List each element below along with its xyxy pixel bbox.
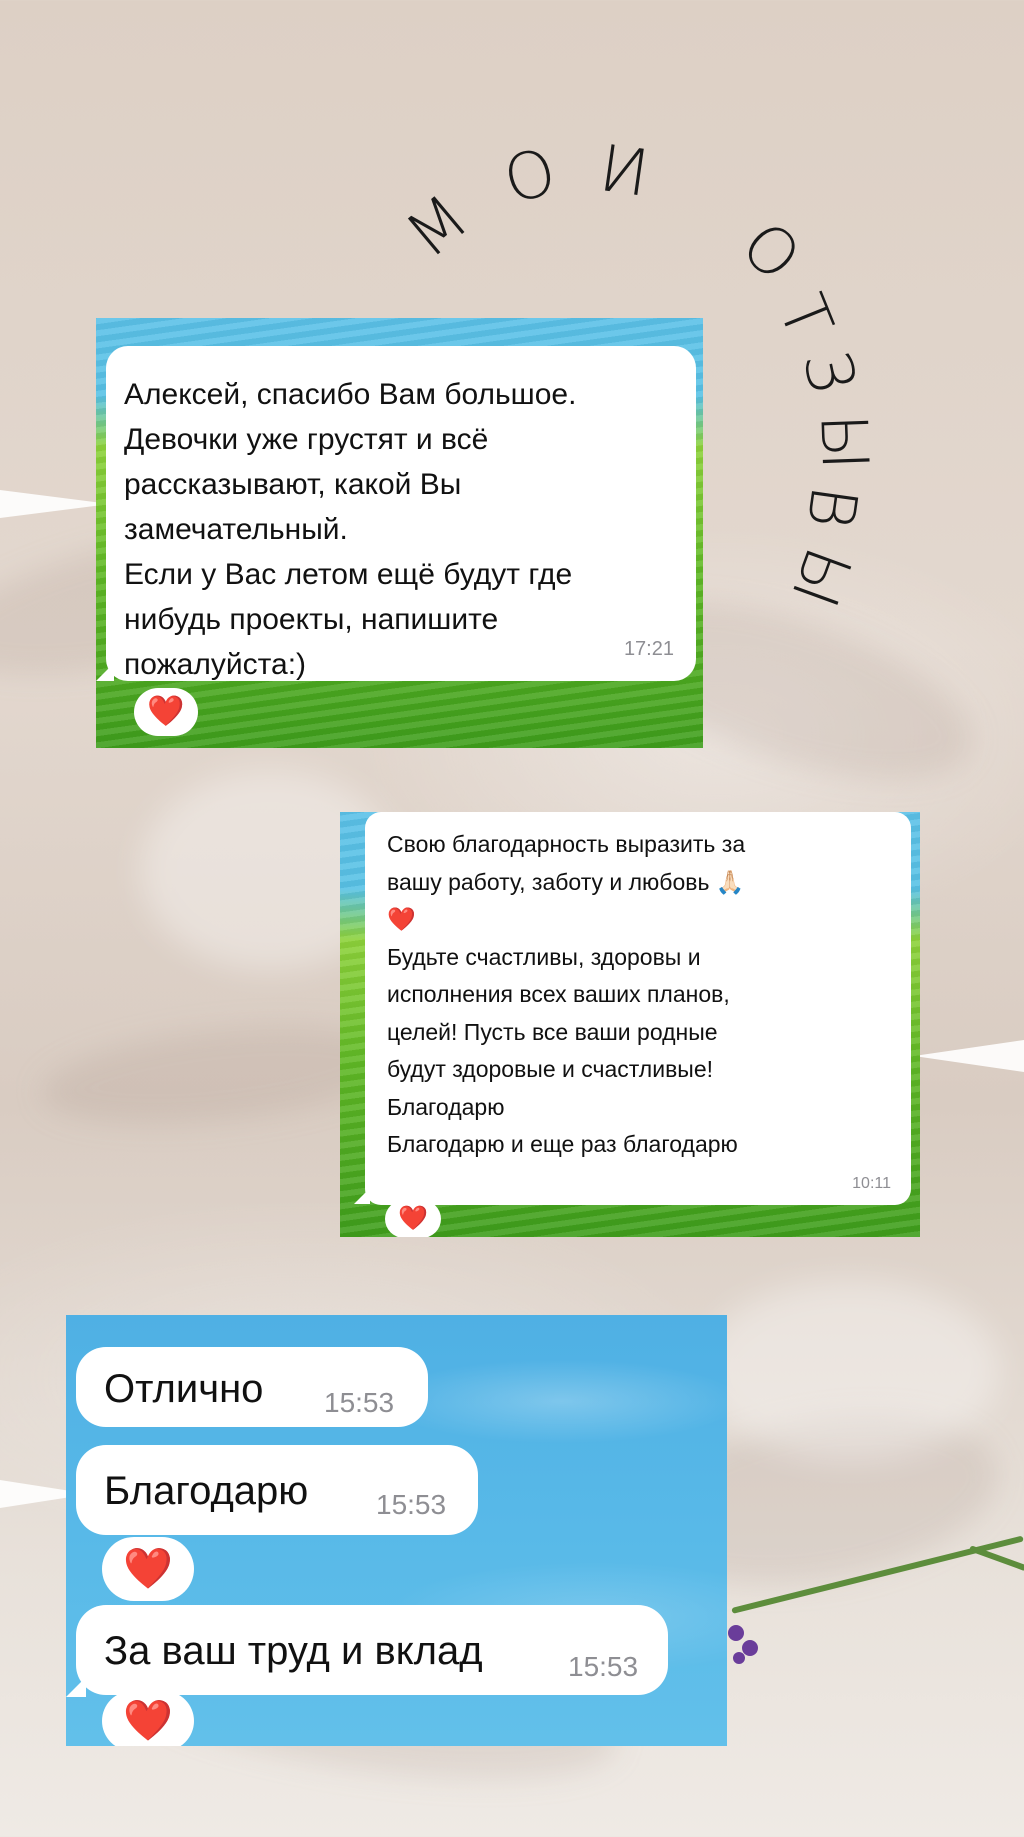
flower-bud — [728, 1625, 744, 1641]
glint-shape — [914, 1040, 1024, 1072]
title-letter: Ы — [775, 537, 865, 617]
message-text: Алексей, спасибо Вам большое. Девочки уж… — [124, 378, 577, 681]
reaction-badge[interactable]: ❤️ — [102, 1537, 194, 1601]
fabric-highlight — [700, 1280, 1000, 1460]
message-bubble: Алексей, спасибо Вам большое. Девочки уж… — [106, 346, 696, 681]
message-bubble: Свою благодарность выразить за вашу рабо… — [365, 812, 911, 1205]
title-letter: В — [791, 481, 871, 533]
title-letter: Ы — [805, 412, 882, 472]
message-text: За ваш труд и вклад — [104, 1629, 483, 1673]
heart-icon: ❤️ — [123, 1699, 173, 1743]
message-time: 15:53 — [376, 1489, 447, 1520]
flower-stem — [968, 1545, 1024, 1572]
title-letter: З — [787, 344, 869, 400]
bubble-tail — [354, 1188, 370, 1204]
message-time: 15:53 — [324, 1387, 395, 1418]
reaction-badge[interactable]: ❤️ — [385, 1200, 441, 1237]
message-text: Благодарю — [104, 1469, 309, 1513]
message-text: Отлично — [104, 1367, 264, 1411]
title-letter: И — [595, 131, 654, 213]
title-letter: М — [392, 180, 483, 274]
heart-icon: ❤️ — [147, 695, 185, 728]
reaction-badge[interactable]: ❤️ — [134, 688, 198, 736]
message-time: 17:21 — [623, 638, 674, 660]
message-bubble: Благодарю 15:53 — [76, 1445, 478, 1535]
review-screenshot-3: Отлично 15:53 Благодарю 15:53 ❤️ За ваш … — [66, 1315, 727, 1746]
glint-shape — [0, 490, 110, 518]
message-time: 15:53 — [568, 1651, 639, 1682]
heart-icon: ❤️ — [398, 1205, 428, 1232]
title-letter: Т — [762, 285, 847, 349]
reaction-badge[interactable]: ❤️ — [102, 1691, 194, 1746]
message-text: Свою благодарность выразить за вашу рабо… — [387, 831, 746, 1157]
message-bubble: Отлично 15:53 — [76, 1347, 428, 1427]
review-screenshot-1: Алексей, спасибо Вам большое. Девочки уж… — [96, 318, 703, 748]
bubble-tail — [96, 663, 114, 681]
message-time: 10:11 — [852, 1175, 891, 1192]
bubble-tail — [66, 1677, 86, 1697]
flower-bud — [742, 1640, 758, 1656]
title-letter: О — [726, 208, 815, 296]
review-screenshot-2: Свою благодарность выразить за вашу рабо… — [340, 812, 920, 1237]
title-letter: О — [496, 134, 565, 220]
heart-icon: ❤️ — [123, 1547, 173, 1591]
message-bubble: За ваш труд и вклад 15:53 — [76, 1605, 668, 1695]
flower-bud — [733, 1652, 745, 1664]
